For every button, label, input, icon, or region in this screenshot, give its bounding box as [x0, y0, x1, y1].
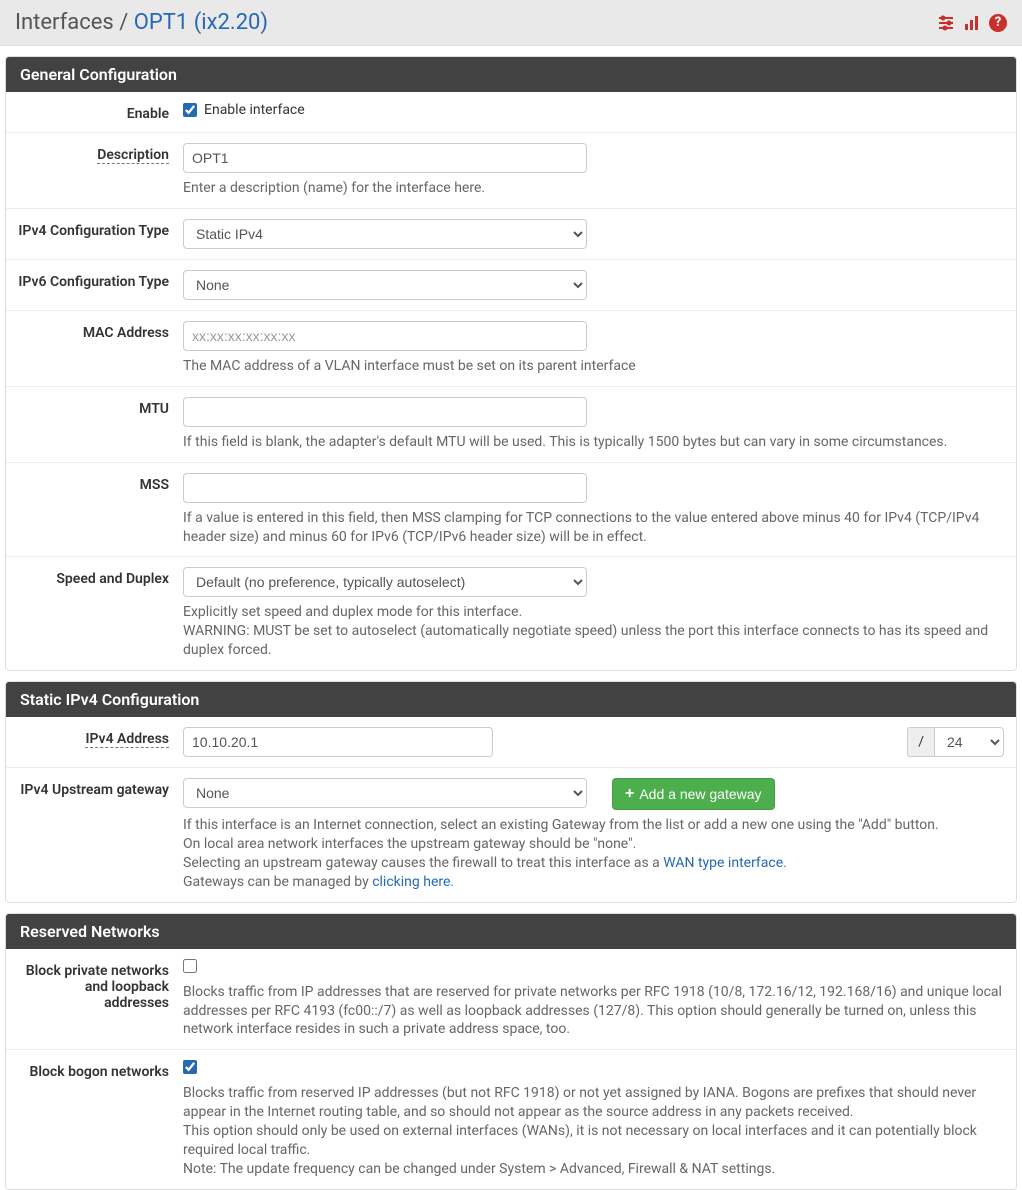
- ipv4type-select[interactable]: Static IPv4: [183, 219, 587, 249]
- mtu-help: If this field is blank, the adapter's de…: [183, 433, 1004, 452]
- ipv4-mask-select[interactable]: 24: [934, 727, 1004, 757]
- sliders-icon[interactable]: [937, 14, 955, 32]
- plus-icon: +: [625, 786, 634, 802]
- gateway-help: If this interface is an Internet connect…: [183, 816, 1004, 892]
- help-icon[interactable]: ?: [989, 14, 1007, 32]
- mtu-label: MTU: [18, 397, 183, 452]
- panel-static: Static IPv4 Configuration IPv4 Address /…: [5, 681, 1017, 903]
- ipv4-address-input[interactable]: [183, 727, 493, 757]
- ipv4-address-label: IPv4 Address: [18, 727, 183, 757]
- chart-icon[interactable]: [963, 14, 981, 32]
- panel-reserved-heading: Reserved Networks: [6, 914, 1016, 949]
- add-gateway-button[interactable]: +Add a new gateway: [612, 778, 775, 810]
- enable-checkbox[interactable]: [183, 103, 197, 117]
- blockpriv-help: Blocks traffic from IP addresses that ar…: [183, 983, 1004, 1040]
- panel-general-heading: General Configuration: [6, 57, 1016, 92]
- blockbogon-help: Blocks traffic from reserved IP addresse…: [183, 1084, 1004, 1178]
- speed-select[interactable]: Default (no preference, typically autose…: [183, 567, 587, 597]
- breadcrumb: Interfaces / OPT1 (ix2.20): [15, 10, 268, 35]
- description-help: Enter a description (name) for the inter…: [183, 179, 1004, 198]
- mss-label: MSS: [18, 473, 183, 547]
- speed-help: Explicitly set speed and duplex mode for…: [183, 603, 1004, 660]
- panel-static-heading: Static IPv4 Configuration: [6, 682, 1016, 717]
- wan-type-link[interactable]: WAN type interface: [663, 855, 783, 871]
- enable-checkbox-label[interactable]: Enable interface: [204, 102, 305, 118]
- mss-help: If a value is entered in this field, the…: [183, 509, 1004, 547]
- header-actions: ?: [937, 14, 1007, 32]
- blockpriv-label: Block private networks and loopback addr…: [18, 959, 183, 1040]
- ipv4-gateway-select[interactable]: None: [183, 778, 587, 808]
- blockbogon-checkbox[interactable]: [183, 1060, 197, 1074]
- description-input[interactable]: [183, 143, 587, 173]
- ipv4-slash: /: [907, 727, 934, 757]
- blockpriv-checkbox[interactable]: [183, 959, 197, 973]
- ipv6type-select[interactable]: None: [183, 270, 587, 300]
- blockbogon-label: Block bogon networks: [18, 1060, 183, 1178]
- mac-label: MAC Address: [18, 321, 183, 376]
- mac-help: The MAC address of a VLAN interface must…: [183, 357, 1004, 376]
- ipv6type-label: IPv6 Configuration Type: [18, 270, 183, 300]
- speed-label: Speed and Duplex: [18, 567, 183, 660]
- mtu-input[interactable]: [183, 397, 587, 427]
- breadcrumb-root: Interfaces: [15, 10, 114, 35]
- ipv4-gateway-label: IPv4 Upstream gateway: [18, 778, 183, 892]
- enable-label: Enable: [18, 102, 183, 122]
- description-label: Description: [18, 143, 183, 198]
- panel-reserved: Reserved Networks Block private networks…: [5, 913, 1017, 1190]
- panel-general: General Configuration Enable Enable inte…: [5, 56, 1017, 671]
- breadcrumb-link[interactable]: OPT1 (ix2.20): [134, 10, 268, 35]
- ipv4type-label: IPv4 Configuration Type: [18, 219, 183, 249]
- page-header: Interfaces / OPT1 (ix2.20) ?: [0, 0, 1022, 46]
- mac-input[interactable]: [183, 321, 587, 351]
- mss-input[interactable]: [183, 473, 587, 503]
- gateways-manage-link[interactable]: clicking here: [372, 874, 450, 890]
